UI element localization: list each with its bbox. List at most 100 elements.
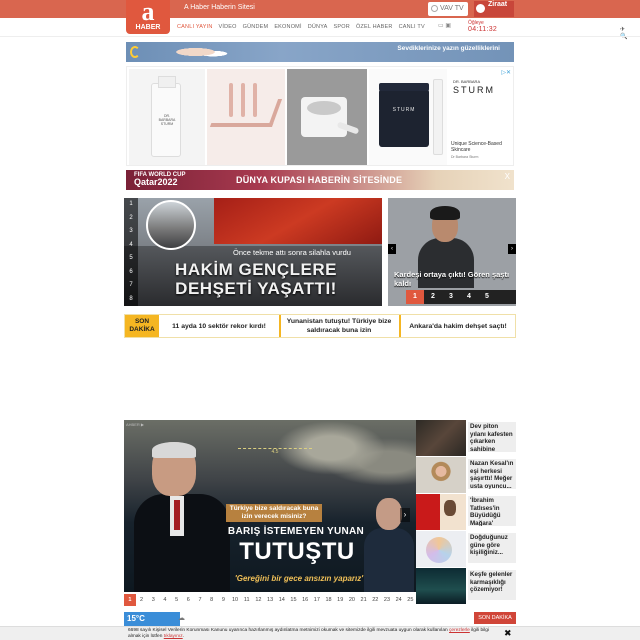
world-cup-logo: FIFA WORLD CUP Qatar2022 (134, 172, 185, 188)
side-page-dot[interactable]: 4 (460, 290, 478, 304)
chevron-right-icon[interactable]: › (400, 508, 410, 522)
manset-page[interactable]: 2 (136, 594, 148, 606)
manset-page[interactable]: 22 (369, 594, 381, 606)
slider-number[interactable]: 3 (124, 225, 138, 239)
nav-menu: CANLI YAYIN VİDEO GÜNDEM EKONOMİ DÜNYA SPOR ÖZ… (174, 24, 428, 30)
ad-product-serum[interactable]: DR. BARBARA STURM (129, 69, 205, 165)
list-item[interactable]: Nazan Kesal'ın eşi herkesi şaşırttı! Meğ… (416, 457, 516, 493)
manset-page[interactable]: 25 (405, 594, 417, 606)
nav-item[interactable]: VİDEO (216, 24, 240, 30)
manset-page[interactable]: 19 (334, 594, 346, 606)
vav-icon (431, 5, 438, 12)
side-page-dot[interactable]: 5 (478, 290, 496, 304)
main-headline-slider[interactable]: AHBER ▶ 4.5 Türkiye bize saldıracak buna… (124, 420, 416, 592)
tv-icons[interactable]: ▭ ▣ (438, 22, 451, 29)
page: a HABER A Haber Haberin Sitesi VAV TV Zi… (0, 0, 640, 640)
cookie-more-link[interactable]: tıklayınız (164, 634, 183, 639)
manset-page[interactable]: 16 (299, 594, 311, 606)
adchoices-icon[interactable]: ▷✕ (501, 69, 511, 76)
weather-widget[interactable]: 15°C (124, 612, 180, 626)
manset-page[interactable]: 23 (381, 594, 393, 606)
brand-small: DR. BARBARA (453, 79, 481, 84)
manset-line1: BARIŞ İSTEMEYEN YUNAN (227, 526, 365, 537)
manset-page[interactable]: 7 (194, 594, 206, 606)
manset-page[interactable]: 3 (147, 594, 159, 606)
sturm-ad[interactable]: DR. BARBARA STURM STURM DR. BARBARA STUR… (126, 66, 514, 166)
manset-page[interactable]: 24 (393, 594, 405, 606)
manset-page[interactable]: 12 (253, 594, 265, 606)
nav-item[interactable]: GÜNDEM (240, 24, 272, 30)
manset-page[interactable]: 5 (171, 594, 183, 606)
manset-page[interactable]: 13 (264, 594, 276, 606)
site-slogan: A Haber Haberin Sitesi (184, 4, 255, 11)
vav-tv-button[interactable]: VAV TV (428, 2, 468, 16)
manset-page[interactable]: 18 (323, 594, 335, 606)
breaking-item[interactable]: Ankara'da hakim dehşet saçtı! (399, 315, 515, 337)
slider-number[interactable]: 4 (124, 239, 138, 253)
slider-number[interactable]: 6 (124, 266, 138, 280)
chevron-right-icon[interactable]: › (508, 244, 516, 254)
breaking-item[interactable]: 11 ayda 10 sektör rekor kırdı! (161, 315, 277, 337)
hero-number-list: 12345678 (124, 198, 138, 306)
manset-page[interactable]: 9 (218, 594, 230, 606)
slider-number[interactable]: 2 (124, 212, 138, 226)
side-page-dot[interactable]: 3 (442, 290, 460, 304)
son-dakika-button[interactable]: SON DAKİKA (474, 612, 516, 624)
turkcell-ad-banner[interactable]: Sevdiklerinize yazın güzelliklerini (126, 42, 514, 62)
search-icon[interactable]: ✈ 🔍 (620, 26, 627, 40)
nav-item[interactable]: DÜNYA (305, 24, 331, 30)
chevron-left-icon[interactable]: ‹ (388, 244, 396, 254)
manset-page[interactable]: 11 (241, 594, 253, 606)
drone-reticle: 4.5 (238, 448, 312, 456)
strap-image (241, 83, 245, 117)
ad-brand-panel[interactable]: DR. BARBARA STURM Unique Science-Based S… (449, 69, 513, 165)
strap-image (253, 83, 257, 117)
hero-slider[interactable]: Önce tekme attı sonra silahla vurdu HAKİ… (124, 198, 382, 306)
nav-item[interactable]: SPOR (331, 24, 353, 30)
cookie-link[interactable]: çerezlerle (449, 628, 470, 633)
manset-page[interactable]: 21 (358, 594, 370, 606)
news-thumbnail (416, 531, 466, 567)
side-page-dot[interactable]: 2 (424, 290, 442, 304)
ziraat-sponsor[interactable]: Ziraat (474, 1, 514, 17)
manset-page[interactable]: 17 (311, 594, 323, 606)
side-page-dot[interactable]: 1 (406, 290, 424, 304)
nav-item[interactable]: ÖZEL HABER (353, 24, 396, 30)
news-thumbnail (416, 568, 466, 604)
manset-pagination: 1 2 3 4 5 6 7 8 9 10 11 12 13 14 15 16 17 18 19 20 21 22 23 24 2… (124, 594, 416, 606)
strap-image (229, 83, 233, 117)
cookie-banner: 6698 sayılı Kişisel Verilerin Korunması … (0, 626, 640, 640)
list-item[interactable]: Doğduğunuz güne göre kişiliğiniz... (416, 531, 516, 567)
list-item[interactable]: Keşfe gelenler karmaşıklığı çözemiyor! (416, 568, 516, 604)
manset-headline: TUTUŞTU (239, 538, 355, 565)
slider-number[interactable]: 7 (124, 279, 138, 293)
ad-baby-image (164, 44, 234, 60)
manset-page[interactable]: 14 (276, 594, 288, 606)
slider-number[interactable]: 8 (124, 293, 138, 307)
hero-inset-photo (146, 200, 196, 250)
ad-product-cream[interactable] (287, 69, 367, 165)
manset-page[interactable]: 10 (229, 594, 241, 606)
ad-product-heels[interactable] (207, 69, 285, 165)
nav-item[interactable]: EKONOMİ (271, 24, 304, 30)
ad-product-jar[interactable]: STURM (369, 69, 447, 165)
breaking-item[interactable]: Yunanistan tutuştu! Türkiye bize saldıra… (279, 315, 397, 337)
manset-page[interactable]: 8 (206, 594, 218, 606)
nav-item[interactable]: CANLI TV (396, 24, 428, 30)
manset-page[interactable]: 4 (159, 594, 171, 606)
world-cup-banner[interactable]: FIFA WORLD CUP Qatar2022 DÜNYA KUPASI HAB… (126, 170, 514, 190)
slider-number[interactable]: 5 (124, 252, 138, 266)
close-icon[interactable]: X (505, 172, 510, 181)
manset-page[interactable]: 6 (182, 594, 194, 606)
close-icon[interactable]: ✖ (504, 628, 512, 639)
manset-page[interactable]: 20 (346, 594, 358, 606)
manset-page[interactable]: 15 (288, 594, 300, 606)
person-hair (430, 206, 460, 220)
hair (152, 442, 196, 458)
slider-number[interactable]: 1 (124, 198, 138, 212)
news-title: Doğduğunuz güne göre kişiliğiniz... (468, 533, 516, 563)
list-item[interactable]: 'İbrahim Tatlıses'in Büyüdüğü Mağara' mü… (416, 494, 516, 530)
manset-page[interactable]: 1 (124, 594, 136, 606)
nav-item[interactable]: CANLI YAYIN (174, 24, 216, 30)
list-item[interactable]: Dev piton yılanı kafesten çıkarken sahib… (416, 420, 516, 456)
